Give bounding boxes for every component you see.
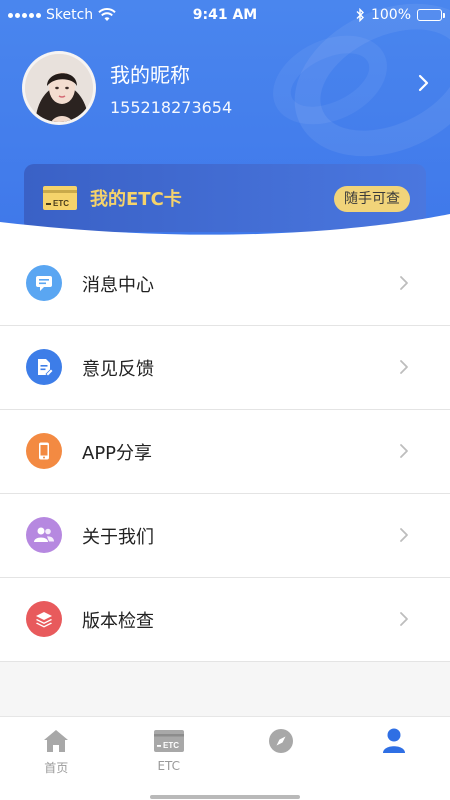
- bottom-tab-bar: 首页 ETC ETC: [0, 716, 450, 800]
- users-icon: [26, 517, 62, 553]
- menu-item-feedback[interactable]: 意见反馈: [0, 326, 450, 410]
- status-bar: Sketch 9:41 AM 100%: [0, 0, 450, 32]
- menu-item-version-check[interactable]: 版本检查: [0, 578, 450, 662]
- tab-label: ETC: [157, 759, 181, 773]
- user-icon: [382, 728, 405, 753]
- menu-item-message-center[interactable]: 消息中心: [0, 242, 450, 326]
- home-indicator[interactable]: [150, 795, 300, 799]
- menu-item-label: 消息中心: [82, 274, 154, 296]
- chevron-right-icon: [400, 276, 408, 290]
- phone-share-icon: [26, 433, 62, 469]
- tab-label: 首页: [44, 761, 69, 775]
- menu-item-label: 意见反馈: [82, 358, 154, 380]
- settings-menu: 消息中心 意见反馈 APP分享 关于我们 版本检查: [0, 242, 450, 662]
- menu-item-label: 版本检查: [82, 610, 154, 632]
- profile-info: 我的昵称 155218273654: [110, 59, 232, 117]
- status-right: 100%: [355, 7, 445, 23]
- battery-percent: 100%: [370, 7, 411, 23]
- layers-icon: [26, 601, 62, 637]
- nickname: 我的昵称: [110, 63, 190, 87]
- chevron-right-icon: [400, 360, 408, 374]
- chevron-right-icon: [400, 612, 408, 626]
- menu-item-about-us[interactable]: 关于我们: [0, 494, 450, 578]
- svg-text:ETC: ETC: [163, 741, 179, 750]
- header-wave: [0, 214, 450, 246]
- feedback-icon: [26, 349, 62, 385]
- tab-discover[interactable]: [225, 717, 338, 800]
- etc-card-icon: ETC: [153, 730, 184, 752]
- bluetooth-icon: [356, 8, 364, 22]
- chevron-right-icon: [400, 528, 408, 542]
- chevron-right-icon[interactable]: [414, 74, 432, 92]
- chevron-right-icon: [400, 444, 408, 458]
- compass-icon: [269, 729, 294, 753]
- tab-home[interactable]: 首页: [0, 717, 113, 800]
- menu-item-app-share[interactable]: APP分享: [0, 410, 450, 494]
- tab-etc[interactable]: ETC ETC: [113, 717, 226, 800]
- menu-item-label: 关于我们: [82, 526, 154, 548]
- message-icon: [26, 265, 62, 301]
- phone-number: 155218273654: [110, 98, 233, 117]
- tab-profile[interactable]: [338, 717, 450, 800]
- profile-row[interactable]: 我的昵称 155218273654: [22, 50, 432, 126]
- battery-icon: [417, 9, 445, 21]
- menu-item-label: APP分享: [82, 442, 153, 464]
- home-icon: [44, 730, 69, 752]
- avatar[interactable]: [22, 51, 96, 125]
